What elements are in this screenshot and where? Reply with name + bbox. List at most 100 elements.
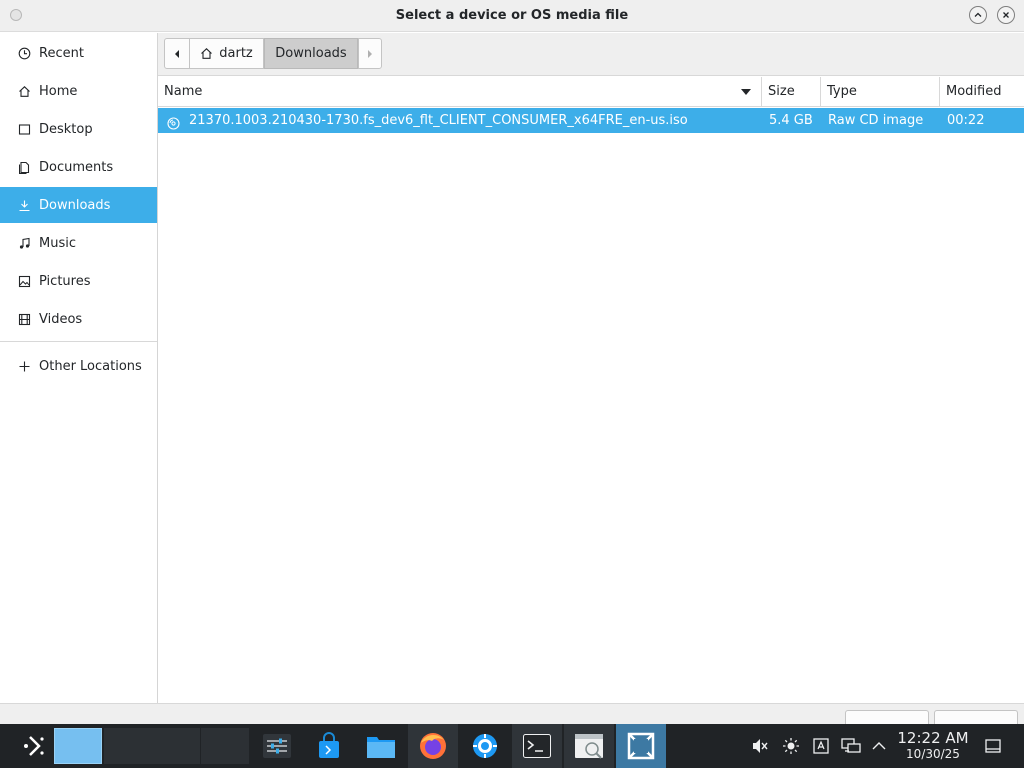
disk-image-writer-icon (575, 734, 603, 759)
column-label: Size (768, 84, 795, 99)
virtual-desktop-4[interactable] (201, 728, 249, 764)
show-desktop-icon (985, 739, 1001, 753)
file-manager-icon (367, 737, 395, 758)
sidebar-item-label: Other Locations (39, 358, 142, 374)
settings-sliders-icon (263, 734, 291, 758)
store-icon (319, 732, 339, 758)
maximize-button[interactable] (969, 6, 987, 24)
sort-descending-icon (741, 89, 751, 95)
file-manager-app[interactable] (356, 724, 406, 768)
home-icon (17, 84, 31, 98)
column-header-name[interactable]: Name (158, 77, 762, 107)
column-label: Type (827, 84, 857, 99)
virtual-desktop-3[interactable] (152, 728, 200, 764)
documents-icon (17, 160, 31, 174)
sidebar-item-label: Desktop (39, 121, 93, 137)
sidebar-item-label: Documents (39, 159, 114, 175)
sidebar-item-label: Home (39, 83, 78, 99)
window-title: Select a device or OS media file (395, 8, 629, 23)
taskbar: 12:22 AM 10/30/25 (0, 724, 1024, 768)
column-header-modified[interactable]: Modified (940, 77, 1024, 107)
chevron-left-icon (175, 49, 179, 58)
videos-icon (17, 312, 31, 326)
sidebar-item-label: Music (39, 235, 76, 251)
column-label: Name (164, 84, 203, 99)
system-settings-app[interactable] (460, 724, 510, 768)
plus-icon (17, 359, 31, 373)
file-row[interactable]: 21370.1003.210430-1730.fs_dev6_flt_CLIEN… (158, 108, 1024, 133)
column-label: Modified (946, 84, 1002, 99)
sidebar-item-recent[interactable]: Recent (0, 35, 157, 71)
path-forward-button[interactable] (358, 38, 382, 69)
brightness-icon (783, 738, 799, 754)
network-tray[interactable] (837, 724, 865, 768)
digital-clock[interactable]: 12:22 AM 10/30/25 (893, 729, 973, 762)
kde-connect-app[interactable] (616, 724, 666, 768)
sidebar-item-label: Pictures (39, 273, 91, 289)
path-segment-home[interactable]: dartz (190, 38, 264, 69)
music-icon (17, 236, 31, 250)
clock-icon (17, 46, 31, 60)
close-icon (1003, 12, 1009, 18)
path-bar: dartz Downloads (158, 33, 1024, 76)
store-app[interactable] (304, 724, 354, 768)
path-segment-label: Downloads (275, 46, 347, 61)
path-segment-label: dartz (219, 46, 253, 61)
download-icon (17, 198, 31, 212)
column-header-type[interactable]: Type (821, 77, 940, 107)
chevron-up-icon (872, 742, 886, 750)
kde-connect-icon (627, 732, 655, 760)
title-bar: Select a device or OS media file (0, 0, 1024, 32)
file-list[interactable]: Name Size Type Modified 21370.1003.21043… (158, 77, 1024, 703)
brightness-tray[interactable] (777, 724, 805, 768)
settings-sliders-app[interactable] (252, 724, 302, 768)
clock-date: 10/30/25 (906, 747, 960, 761)
desktop-icon (17, 122, 31, 136)
chevron-up-icon (974, 12, 982, 17)
terminal-app[interactable] (512, 724, 562, 768)
firefox-app[interactable] (408, 724, 458, 768)
volume-muted-tray[interactable] (746, 724, 774, 768)
firefox-icon (420, 733, 446, 759)
input-method-tray[interactable] (807, 724, 835, 768)
file-name: 21370.1003.210430-1730.fs_dev6_flt_CLIEN… (189, 113, 688, 128)
virtual-desktop-1[interactable] (54, 728, 102, 764)
terminal-icon (523, 734, 551, 758)
close-button[interactable] (997, 6, 1015, 24)
column-header-size[interactable]: Size (762, 77, 821, 107)
sidebar-item-music[interactable]: Music (0, 225, 157, 261)
sidebar-divider (0, 341, 157, 342)
file-type: Raw CD image (828, 113, 924, 128)
dialog-action-bar (0, 703, 1024, 730)
sidebar-item-downloads[interactable]: Downloads (0, 187, 157, 223)
system-settings-icon (473, 734, 497, 758)
sidebar-item-label: Downloads (39, 197, 111, 213)
home-icon (201, 48, 213, 59)
path-segment-downloads[interactable]: Downloads (264, 38, 358, 69)
clock-time: 12:22 AM (897, 729, 969, 747)
sidebar-item-desktop[interactable]: Desktop (0, 111, 157, 147)
pictures-icon (17, 274, 31, 288)
show-desktop-tray[interactable] (979, 724, 1007, 768)
disc-image-icon (167, 114, 180, 130)
show-hidden-icons-tray[interactable] (865, 724, 893, 768)
chevron-right-icon (368, 49, 372, 58)
sidebar-item-pictures[interactable]: Pictures (0, 263, 157, 299)
sidebar-item-other-locations[interactable]: Other Locations (0, 348, 157, 384)
places-sidebar: Recent Home Desktop Documents Downloads … (0, 33, 158, 703)
sidebar-item-documents[interactable]: Documents (0, 149, 157, 185)
keyboard-layout-icon (813, 738, 829, 754)
disk-image-writer-app[interactable] (564, 724, 614, 768)
network-wired-icon (841, 738, 861, 753)
sidebar-item-videos[interactable]: Videos (0, 301, 157, 337)
virtual-desktop-2[interactable] (104, 728, 152, 764)
column-header: Name Size Type Modified (158, 77, 1024, 107)
file-modified: 00:22 (947, 113, 985, 128)
sidebar-item-label: Videos (39, 311, 83, 327)
path-back-button[interactable] (164, 38, 190, 69)
volume-muted-icon (753, 739, 768, 753)
sidebar-item-home[interactable]: Home (0, 73, 157, 109)
kde-launcher-icon (24, 736, 44, 756)
application-launcher[interactable] (12, 724, 56, 768)
file-size: 5.4 GB (769, 113, 813, 128)
